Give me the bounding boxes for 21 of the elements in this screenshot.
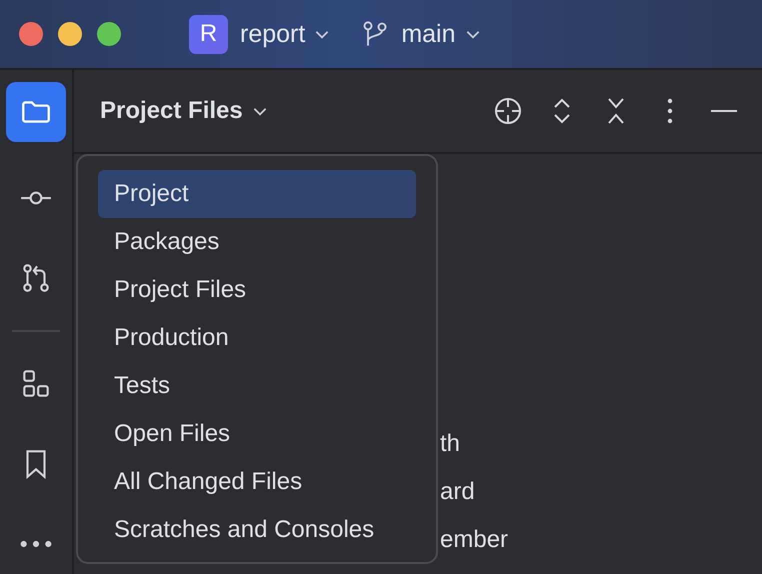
branch-selector[interactable]: main	[361, 17, 482, 51]
crosshair-icon[interactable]	[492, 95, 524, 127]
menu-item[interactable]: Scratches and Consoles	[98, 506, 416, 554]
minimize-button[interactable]	[58, 22, 82, 46]
tree-item[interactable]: ard	[440, 478, 475, 506]
zoom-button[interactable]	[97, 22, 121, 46]
menu-item[interactable]: Open Files	[98, 410, 416, 458]
more-icon	[20, 540, 52, 548]
close-button[interactable]	[19, 22, 43, 46]
menu-item[interactable]: Project Files	[98, 266, 416, 314]
project-selector[interactable]: R report	[189, 12, 332, 56]
menu-item[interactable]: Project	[98, 170, 416, 218]
menu-item[interactable]: Packages	[98, 218, 416, 266]
menu-item[interactable]: Tests	[98, 362, 416, 410]
menu-item[interactable]: Production	[98, 314, 416, 362]
view-selector[interactable]: Project Files	[100, 97, 269, 125]
tool-window-button[interactable]	[6, 82, 66, 142]
tree-item[interactable]: th	[440, 430, 460, 458]
project-badge: R	[189, 14, 228, 54]
tree-item[interactable]: ember	[440, 526, 508, 554]
menu-item[interactable]: All Changed Files	[98, 458, 416, 506]
